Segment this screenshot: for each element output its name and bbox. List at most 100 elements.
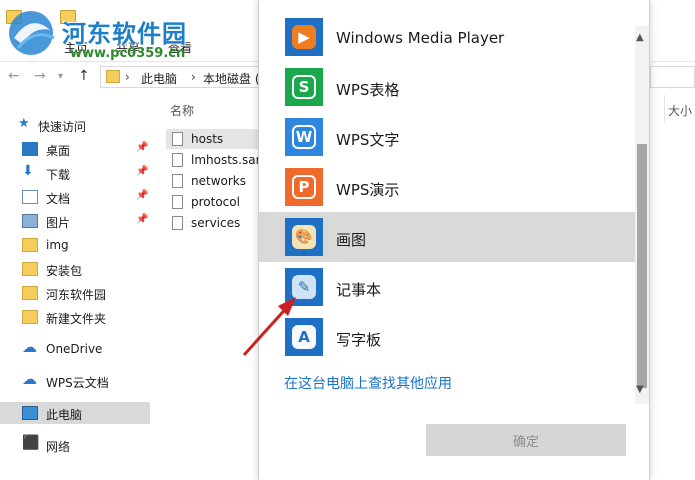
file-icon — [172, 132, 183, 146]
file-name: services — [191, 216, 241, 230]
nav-item-label: 图片 — [46, 216, 71, 230]
watermark-logo-icon — [9, 11, 55, 55]
nav-item-label: WPS云文档 — [46, 376, 109, 390]
nav-item-label: 文档 — [46, 192, 71, 206]
nav-item-label: 安装包 — [46, 264, 83, 278]
file-icon — [172, 153, 183, 167]
notepad-icon: ✎ — [285, 268, 323, 306]
app-option[interactable]: 🎨 画图 — [259, 212, 635, 262]
nav-item-label: OneDrive — [46, 342, 103, 356]
breadcrumb-this-pc[interactable]: 此电脑 — [141, 70, 177, 87]
nav-item[interactable]: ⬛ 网络 — [0, 434, 150, 456]
app-name: 记事本 — [336, 281, 382, 299]
app-name: 画图 — [336, 231, 367, 249]
watermark-url: www.pc0359.cn — [70, 46, 186, 61]
file-icon — [172, 174, 183, 188]
network-icon: ⬛ — [22, 435, 40, 451]
file-name: lmhosts.sam — [191, 153, 266, 167]
download-icon: ⬇ — [22, 163, 34, 179]
nav-item[interactable]: 图片 📌 — [0, 210, 150, 232]
breadcrumb-separator-icon: › — [125, 70, 130, 84]
nav-item-label: 桌面 — [46, 144, 71, 158]
nav-item[interactable]: ★ 快速访问 — [0, 114, 150, 136]
breadcrumb-local-disk[interactable]: 本地磁盘 ( — [203, 70, 260, 87]
nav-item[interactable]: 此电脑 — [0, 402, 150, 424]
back-arrow-icon[interactable]: ← — [8, 68, 20, 84]
folder-icon — [22, 262, 38, 276]
file-row[interactable]: hosts — [166, 129, 262, 149]
onedrive-icon: ☁ — [22, 338, 37, 356]
nav-item[interactable]: ⬇ 下载 📌 — [0, 162, 150, 184]
folder-icon — [22, 310, 38, 324]
app-option[interactable]: P WPS演示 — [259, 162, 635, 212]
navigation-pane: ★ 快速访问桌面 📌 ⬇ 下载 📌 文档 📌 图片 📌 img 安装包河东软件园新建文件夹 ☁ OneDr… — [0, 110, 150, 480]
paint-icon: 🎨 — [285, 218, 323, 256]
app-option[interactable]: W WPS文字 — [259, 112, 635, 162]
file-icon — [172, 216, 183, 230]
nav-item[interactable]: img — [0, 234, 150, 256]
nav-item-label: img — [46, 238, 69, 252]
wps-cloud-icon: ☁ — [22, 370, 37, 388]
nav-item[interactable]: 新建文件夹 — [0, 306, 150, 328]
file-name: hosts — [191, 132, 224, 146]
file-list: 名称 hosts lmhosts.sam networks protocol servi… — [162, 95, 266, 480]
nav-item-label: 新建文件夹 — [46, 312, 107, 326]
file-row[interactable]: networks — [166, 171, 262, 191]
file-name: networks — [191, 174, 246, 188]
app-option[interactable]: S WPS表格 — [259, 62, 635, 112]
ok-button[interactable]: 确定 — [426, 424, 626, 456]
find-other-apps-link[interactable]: 在这台电脑上查找其他应用 — [284, 373, 452, 393]
pictures-icon — [22, 214, 38, 228]
app-name: 写字板 — [336, 331, 382, 349]
wordpad-icon: A — [285, 318, 323, 356]
scroll-down-arrow-icon[interactable]: ▼ — [636, 384, 644, 395]
details-columns — [650, 95, 695, 480]
pin-icon[interactable]: 📌 — [136, 166, 148, 177]
nav-item[interactable]: 桌面 📌 — [0, 138, 150, 160]
app-name: WPS文字 — [336, 131, 400, 149]
breadcrumb-separator-icon: › — [191, 70, 196, 84]
column-header-size[interactable]: 大小 — [668, 102, 692, 119]
column-header-name[interactable]: 名称 — [170, 102, 194, 119]
pin-icon[interactable]: 📌 — [136, 142, 148, 153]
nav-item[interactable]: ☁ WPS云文档 — [0, 370, 150, 392]
open-with-dialog: ▶ Windows Media Player S WPS表格 W WPS文字 P WPS演示 🎨… — [258, 0, 650, 480]
file-icon — [172, 195, 183, 209]
app-option[interactable]: A 写字板 — [259, 312, 635, 362]
scrollbar[interactable]: ▲ ▼ — [635, 26, 649, 404]
pin-icon[interactable]: 📌 — [136, 214, 148, 225]
search-input[interactable] — [650, 66, 695, 88]
recent-locations-chevron-icon[interactable]: ▾ — [58, 71, 63, 82]
nav-item-label: 下载 — [46, 168, 71, 182]
nav-item[interactable]: 安装包 — [0, 258, 150, 280]
address-box[interactable]: › 此电脑 › 本地磁盘 ( — [100, 66, 260, 88]
column-divider — [664, 95, 665, 123]
watermark: 河东软件园 www.pc0359.cn — [4, 6, 204, 62]
nav-item[interactable]: 文档 📌 — [0, 186, 150, 208]
forward-arrow-icon[interactable]: → — [34, 68, 46, 84]
app-name: WPS表格 — [336, 81, 400, 99]
file-row[interactable]: lmhosts.sam — [166, 150, 266, 170]
app-option[interactable]: ✎ 记事本 — [259, 262, 635, 312]
wps-spreadsheet-icon: S — [285, 68, 323, 106]
scroll-up-arrow-icon[interactable]: ▲ — [636, 32, 644, 43]
nav-item[interactable]: ☁ OneDrive — [0, 338, 150, 360]
windows-media-player-icon: ▶ — [285, 18, 323, 56]
folder-icon — [22, 238, 38, 252]
watermark-title: 河东软件园 — [62, 20, 187, 48]
nav-item[interactable]: 河东软件园 — [0, 282, 150, 304]
app-name: Windows Media Player — [336, 29, 505, 47]
pin-icon[interactable]: 📌 — [136, 190, 148, 201]
file-row[interactable]: protocol — [166, 192, 262, 212]
file-row[interactable]: services — [166, 213, 262, 233]
nav-item-label: 网络 — [46, 440, 71, 454]
app-option[interactable]: ▶ Windows Media Player — [259, 12, 635, 62]
wps-presentation-icon: P — [285, 168, 323, 206]
scroll-thumb[interactable] — [637, 144, 647, 388]
file-name: protocol — [191, 195, 240, 209]
desktop-icon — [22, 142, 38, 156]
up-arrow-icon[interactable]: ↑ — [78, 68, 90, 84]
nav-item-label: 快速访问 — [38, 120, 87, 134]
nav-item-label: 此电脑 — [46, 408, 83, 422]
app-name: WPS演示 — [336, 181, 400, 199]
